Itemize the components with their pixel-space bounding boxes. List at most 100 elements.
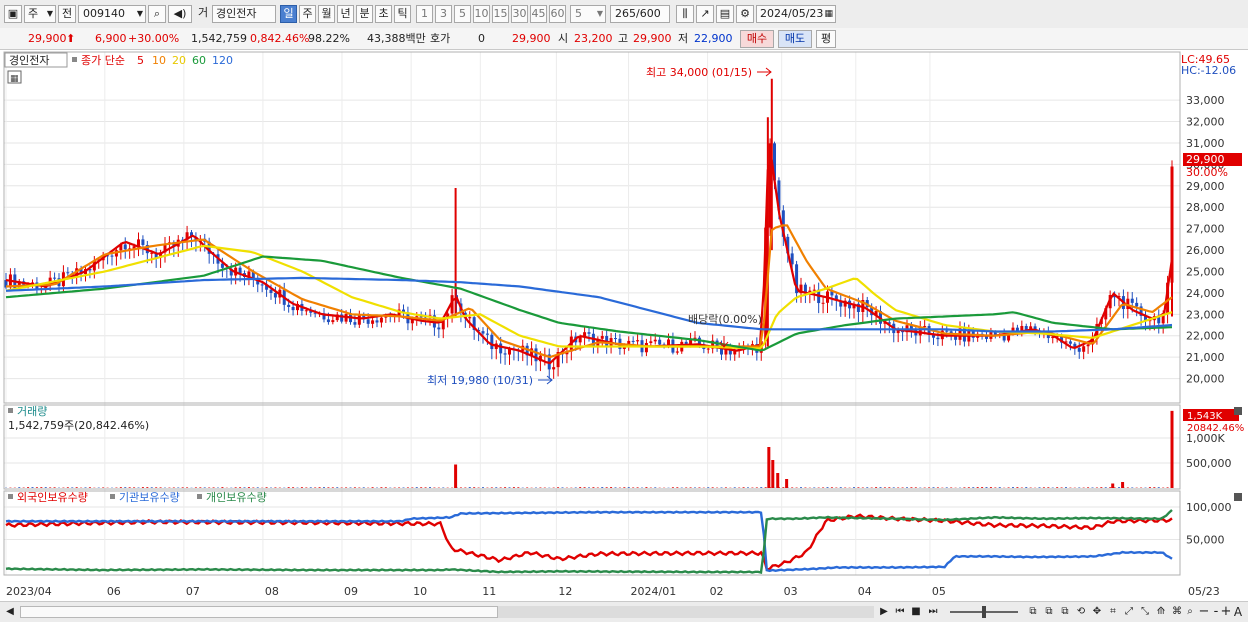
candle [292,307,295,310]
up-arrow-icon: ⬆ [66,31,75,47]
buy-button[interactable]: 매수 [740,30,774,48]
zoom-slider-handle[interactable] [982,606,986,618]
volume-bar [288,487,290,488]
tool-icon-2[interactable]: ✥ [1090,605,1104,619]
stock-name-field[interactable]: 경인전자 [212,5,276,23]
volume-bar [160,487,162,488]
gear-icon[interactable]: ⚙ [736,5,754,23]
period-second-tab[interactable]: 초 [375,5,392,23]
market-label: 주 [28,7,38,20]
volume-bar [782,487,784,488]
period-week-tab[interactable]: 주 [299,5,316,23]
tool-icon-6[interactable]: ⟰ [1154,605,1168,619]
open-label: 시 [558,31,568,47]
high-label: 고 [618,31,628,47]
close-icon[interactable] [1234,493,1242,501]
x-tick-label: 12 [558,585,572,598]
chevron-down-icon: ▼ [137,6,143,22]
close-icon[interactable] [1234,407,1242,415]
first-icon[interactable]: ⏮ [893,605,907,619]
stop-icon[interactable]: ■ [910,605,922,619]
candle [676,351,679,352]
volume-bar [946,487,948,488]
candle [358,315,361,325]
stock-chart[interactable]: 33,00032,00031,00030,00029,00028,00027,0… [0,50,1248,601]
sell-button[interactable]: 매도 [778,30,812,48]
volume-bar [1100,487,1102,488]
chart-scrollbar[interactable]: ◀ ▶ ⏮ ■ ⏭ ⧉ ⧉ ⧉ ⟲ ✥ ⌗ ⤢ ⤡ ⟰ ⌘ ⌕ − - + A [0,601,1248,622]
search-icon[interactable]: ⌕ [1184,605,1196,619]
period-month-tab[interactable]: 월 [318,5,335,23]
volume-bar [380,487,382,488]
stock-code-input[interactable]: 009140 ▼ [78,5,146,23]
period-day-tab[interactable]: 일 [280,5,297,23]
tool-icon-1[interactable]: ⟲ [1074,605,1088,619]
volume-bar [910,487,912,488]
amount-value: 43,388백만 [367,31,426,47]
count-input[interactable]: 265/600 [610,5,670,23]
period-year-tab[interactable]: 년 [337,5,354,23]
layout-icon[interactable]: ▣ [4,5,22,23]
tool-icon-7[interactable]: ⌘ [1170,605,1184,619]
volume-bar [411,487,413,488]
search-icon[interactable]: ⌕ [148,5,166,23]
next-icon[interactable]: ▶ [878,605,890,619]
rate-value: 98.22% [308,31,350,47]
volume-bar [557,487,559,488]
last-icon[interactable]: ⏭ [926,605,940,619]
volume-bar [85,487,87,488]
candle-icon[interactable]: ⫼ [676,5,694,23]
interval-1-button[interactable]: 1 [416,5,433,23]
interval-5-button[interactable]: 5 [454,5,471,23]
tool-icon-4[interactable]: ⤢ [1122,605,1136,619]
candle [490,335,493,349]
legend-marker [72,57,77,62]
save-icon[interactable]: ▤ [716,5,734,23]
volume-bar [323,487,325,488]
volume-bar [327,487,329,488]
volume-bar [822,487,824,488]
volume-bar [385,487,387,488]
interval-3-button[interactable]: 3 [435,5,452,23]
trend-icon[interactable]: ↗ [696,5,714,23]
market-select[interactable]: 주 ▼ [24,5,56,23]
period-tick-tab[interactable]: 틱 [394,5,411,23]
layout-icon-2[interactable]: ⧉ [1042,605,1056,619]
flat-button[interactable]: 평 [816,30,836,48]
volume-bar [1127,487,1129,488]
font-icon[interactable]: A [1232,605,1244,619]
volume-bar [937,487,939,488]
candle [504,353,507,354]
interval-10-button[interactable]: 10 [473,5,490,23]
candle [614,338,617,339]
date-input[interactable]: 2024/05/23 ▦ [756,5,836,23]
tool-icon-3[interactable]: ⌗ [1106,605,1120,619]
scroll-left-icon[interactable]: ◀ [4,605,16,619]
volume-bar [429,487,431,488]
layout-icon-1[interactable]: ⧉ [1026,605,1040,619]
ma-label: 종가 단순 [81,54,125,67]
x-tick-label: 05/23 [1188,585,1220,598]
scroll-track[interactable] [498,606,874,618]
interval-60-button[interactable]: 60 [549,5,566,23]
volume-bar [853,487,855,488]
interval-45-button[interactable]: 45 [530,5,547,23]
plus-icon[interactable]: + [1220,605,1232,619]
candle [1025,326,1028,330]
interval-15-button[interactable]: 15 [492,5,509,23]
x-tick-label: 10 [413,585,427,598]
change-pct: +30.00% [128,31,179,47]
candle [1135,303,1138,307]
speaker-icon[interactable]: ◀) [168,5,192,23]
scroll-thumb[interactable] [20,606,498,618]
tool-icon-5[interactable]: ⤡ [1138,605,1152,619]
zoom-out-icon[interactable]: − [1198,605,1210,619]
layout-icon-3[interactable]: ⧉ [1058,605,1072,619]
prefix-button[interactable]: 전 [58,5,76,23]
candle [437,328,440,330]
volume-bar [963,487,965,488]
interval-input[interactable]: 5 ▼ [570,5,606,23]
volume-bar [195,487,197,488]
interval-30-button[interactable]: 30 [511,5,528,23]
period-minute-tab[interactable]: 분 [356,5,373,23]
